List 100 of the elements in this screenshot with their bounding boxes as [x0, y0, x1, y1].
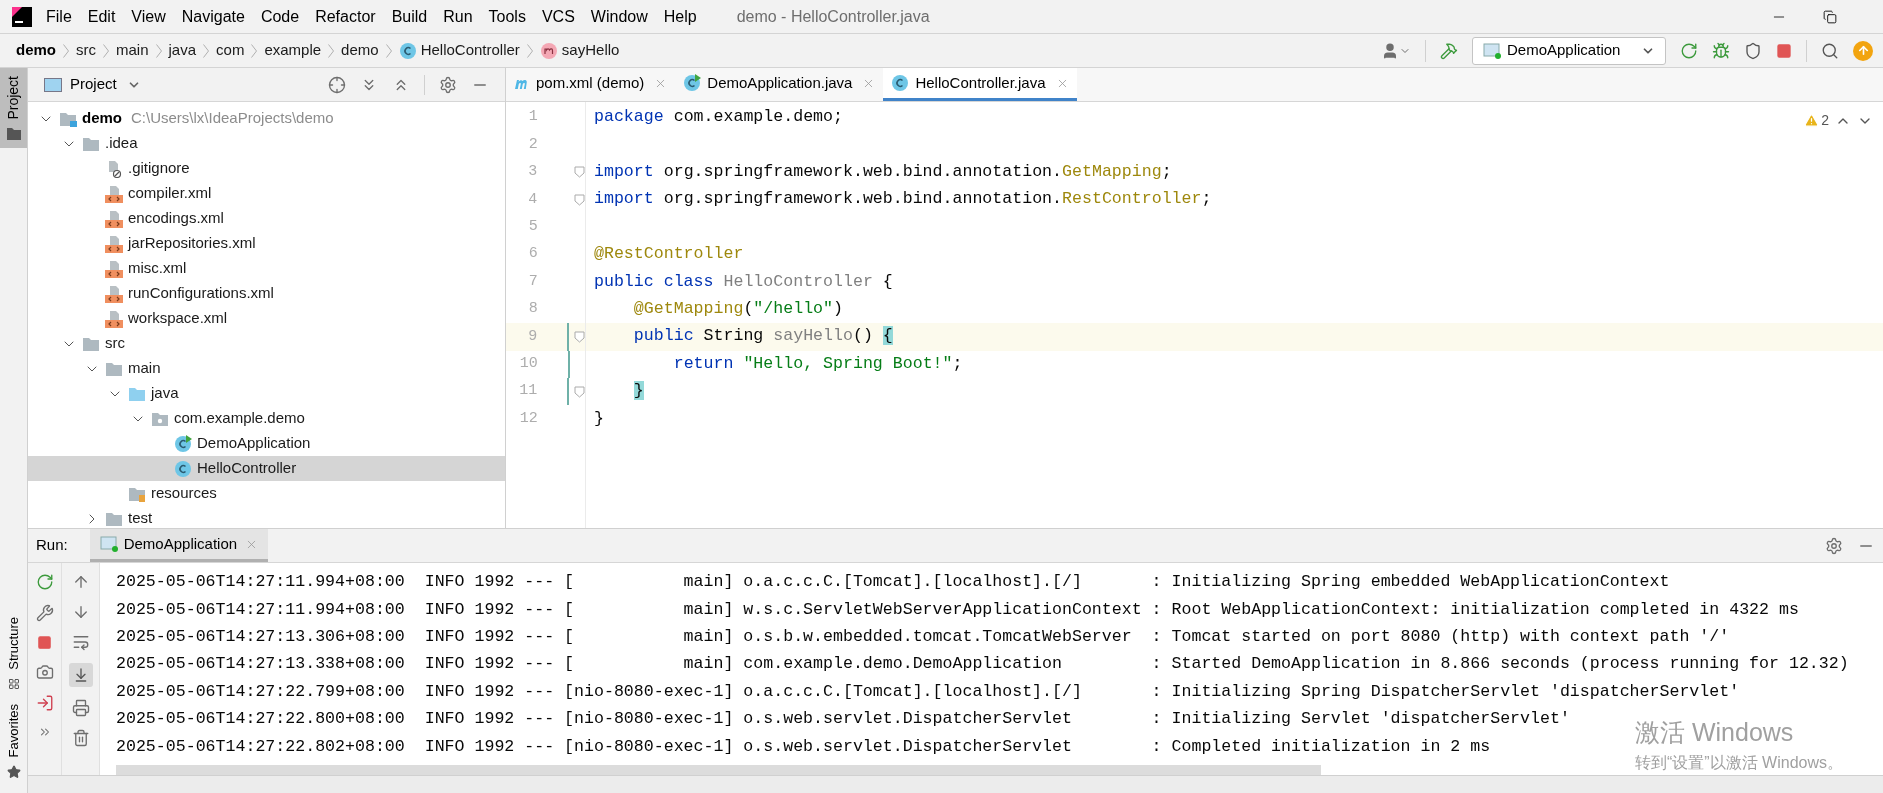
rerun-icon[interactable]: [35, 573, 54, 591]
menu-item[interactable]: Edit: [87, 4, 116, 29]
tree-item[interactable]: misc.xml: [28, 256, 505, 281]
log-line: 2025-05-06T14:27:11.994+08:00 INFO 1992 --- [ main] w.s.c.ServletWebServerApplicationContext : Root WebApplicationContext: initialization completed in 4322 ms: [116, 598, 1799, 621]
wrench-icon[interactable]: [35, 604, 54, 622]
breadcrumb-item[interactable]: main: [116, 39, 149, 62]
menu-item[interactable]: Tools: [488, 4, 526, 29]
breadcrumb-item[interactable]: java: [168, 39, 197, 62]
xml-file-icon: [105, 234, 123, 253]
folder-icon: [59, 110, 77, 127]
menu-item[interactable]: VCS: [541, 4, 575, 29]
settings-icon[interactable]: [439, 75, 457, 94]
search-icon[interactable]: [1821, 41, 1839, 60]
change-marker[interactable]: [567, 350, 570, 378]
editor-tab[interactable]: pom.xml (demo): [506, 68, 676, 101]
menu-item[interactable]: Navigate: [181, 4, 245, 29]
tree-item[interactable]: encodings.xml: [28, 206, 505, 231]
menu-item[interactable]: Refactor: [315, 4, 376, 29]
trash-icon[interactable]: [71, 729, 90, 747]
folder-icon: [128, 385, 146, 402]
fold-marker-icon[interactable]: [574, 193, 585, 206]
tree-item[interactable]: src: [28, 331, 505, 356]
tool-window-tab[interactable]: Structure: [0, 616, 27, 704]
print-icon[interactable]: [71, 699, 90, 717]
fold-marker-icon[interactable]: [574, 330, 585, 343]
tree-item[interactable]: java: [28, 381, 505, 406]
breadcrumb-item[interactable]: sayHello: [561, 39, 620, 62]
debug-icon[interactable]: [1712, 41, 1730, 60]
folder-icon: [82, 135, 100, 152]
soft-wrap-icon[interactable]: [71, 633, 90, 651]
editor-tab[interactable]: DemoApplication.java: [675, 68, 884, 101]
tool-window-tab[interactable]: Favorites: [0, 703, 27, 793]
separator-icon: [103, 43, 109, 58]
scroll-to-end-icon[interactable]: [68, 663, 93, 687]
menu-item[interactable]: Window: [590, 4, 648, 29]
tree-item[interactable]: main: [28, 356, 505, 381]
run-tab[interactable]: DemoApplication: [89, 529, 269, 562]
fold-marker-icon[interactable]: [574, 385, 585, 398]
rerun-icon[interactable]: [1680, 41, 1698, 60]
line-number: 11: [518, 381, 538, 402]
breadcrumb-item[interactable]: HelloController: [420, 39, 520, 62]
tree-item[interactable]: HelloController: [28, 456, 505, 481]
menu-item[interactable]: Code: [260, 4, 300, 29]
warning-count[interactable]: 2: [1821, 110, 1829, 131]
tree-item[interactable]: DemoApplication: [28, 431, 505, 456]
change-marker[interactable]: [567, 377, 570, 406]
menu-item[interactable]: Build: [391, 4, 428, 29]
breadcrumb-item[interactable]: demo: [341, 39, 379, 62]
restore-icon[interactable]: [1823, 9, 1837, 24]
log-line: 2025-05-06T14:27:22.802+08:00 INFO 1992 --- [nio-8080-exec-1] o.s.web.servlet.DispatcherServlet : Completed initialization in 2 ms: [116, 735, 1491, 758]
tree-item[interactable]: .idea: [28, 131, 505, 156]
item-label: src: [105, 333, 125, 354]
import-icon[interactable]: [35, 694, 54, 712]
tree-item[interactable]: workspace.xml: [28, 306, 505, 331]
hammer-icon[interactable]: [1440, 41, 1458, 60]
tree-item[interactable]: runConfigurations.xml: [28, 281, 505, 306]
stop-icon[interactable]: [37, 635, 52, 650]
tree-item[interactable]: test: [28, 506, 505, 528]
locate-icon[interactable]: [328, 75, 346, 94]
panel-title[interactable]: Project: [70, 73, 117, 96]
line-number: 5: [527, 217, 538, 237]
menu-item[interactable]: Run: [443, 4, 473, 29]
xml-file-icon: [105, 259, 123, 278]
separator-icon: [203, 43, 210, 58]
breadcrumb-item[interactable]: demo: [16, 39, 56, 62]
run-config-dropdown[interactable]: DemoApplication: [1472, 36, 1666, 65]
item-label: HelloController: [197, 458, 297, 479]
app-logo-icon: [12, 6, 32, 27]
editor-tab[interactable]: HelloController.java: [883, 68, 1077, 101]
breadcrumb-item[interactable]: example: [264, 39, 322, 62]
tree-item[interactable]: resources: [28, 481, 505, 506]
stop-icon[interactable]: [1776, 42, 1792, 59]
tree-item[interactable]: .gitignore: [28, 156, 505, 181]
change-marker[interactable]: [567, 323, 570, 351]
horizontal-scrollbar[interactable]: [116, 764, 1321, 775]
account-button[interactable]: [1381, 41, 1411, 60]
separator-icon: [251, 43, 258, 58]
camera-icon[interactable]: [35, 663, 54, 681]
tree-item[interactable]: compiler.xml: [28, 181, 505, 206]
log-line: 2025-05-06T14:27:13.338+08:00 INFO 1992 --- [ main] com.example.demo.DemoApplication : Started DemoApplication in 8.866 seconds (process running for 12.32): [116, 653, 1849, 676]
tree-item[interactable]: jarRepositories.xml: [28, 231, 505, 256]
breadcrumb-item[interactable]: src: [76, 39, 96, 62]
settings-icon[interactable]: [1825, 536, 1843, 555]
tool-window-tab[interactable]: Project: [0, 68, 27, 148]
coverage-icon[interactable]: [1744, 41, 1762, 60]
menu-item[interactable]: Help: [663, 4, 697, 29]
path-hint: C:\Users\lx\IdeaProjects\demo: [131, 108, 334, 129]
log-line: 2025-05-06T14:27:11.994+08:00 INFO 1992 --- [ main] o.a.c.c.C.[Tomcat].[localhost].[/] : Initializing Spring embedded WebApplicationContext: [116, 571, 1670, 594]
line-number: 7: [527, 271, 538, 292]
line-number: 8: [527, 299, 538, 320]
menu-item[interactable]: File: [46, 4, 72, 29]
menu-item[interactable]: View: [131, 4, 166, 29]
breadcrumb-item[interactable]: com: [216, 39, 245, 62]
app-window-icon: [1483, 42, 1501, 59]
tree-item[interactable]: demo C:\Users\lx\IdeaProjects\demo: [28, 106, 505, 131]
tree-item[interactable]: com.example.demo: [28, 406, 505, 431]
fold-marker-icon[interactable]: [574, 166, 585, 179]
code-line: import org.springframework.web.bind.annotation.GetMapping;: [594, 161, 1172, 184]
item-label: DemoApplication: [197, 433, 311, 454]
code-line: }: [594, 407, 604, 430]
